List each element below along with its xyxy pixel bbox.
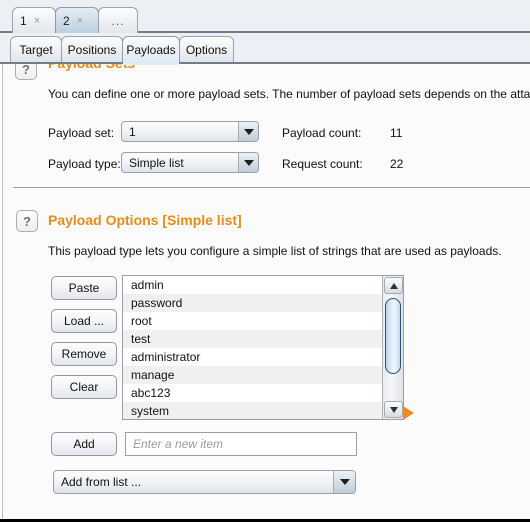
payload-options-description: This payload type lets you configure a s… (48, 244, 502, 258)
list-item[interactable]: manage (123, 366, 382, 384)
payload-count-label: Payload count: (282, 126, 362, 140)
add-from-list-value: Add from list ... (61, 475, 142, 489)
scrollbar-thumb[interactable] (385, 298, 401, 374)
close-icon[interactable]: × (77, 15, 83, 27)
list-item[interactable]: test (123, 330, 382, 348)
scroll-down-icon[interactable] (384, 401, 403, 418)
intruder-sub-tab-bar: Target Positions Payloads Options (0, 33, 530, 65)
payload-sets-title: Payload Sets (48, 64, 135, 71)
tab-target[interactable]: Target (10, 36, 62, 63)
add-button[interactable]: Add (51, 432, 117, 456)
payload-list-scrollbar[interactable] (382, 276, 403, 419)
chevron-down-icon[interactable] (238, 122, 258, 141)
payload-set-dropdown[interactable]: 1 (121, 121, 259, 142)
close-icon[interactable]: × (34, 15, 40, 27)
new-item-placeholder: Enter a new item (133, 437, 224, 451)
payload-list[interactable]: admin password root test administrator m… (122, 275, 404, 420)
add-from-list-dropdown[interactable]: Add from list ... (53, 470, 356, 494)
paste-button[interactable]: Paste (51, 276, 117, 300)
payload-type-dropdown[interactable]: Simple list (121, 152, 259, 173)
attack-tab-1-label: 1 (20, 13, 27, 28)
list-item[interactable]: password (123, 294, 382, 312)
new-item-input[interactable]: Enter a new item (125, 432, 357, 456)
payload-count-value: 11 (390, 126, 403, 140)
attack-tab-2-label: 2 (63, 13, 70, 28)
list-item[interactable]: admin (123, 276, 382, 294)
attack-tab-more[interactable]: ... (98, 7, 138, 33)
payload-list-rows: admin password root test administrator m… (123, 276, 382, 419)
payload-options-title: Payload Options [Simple list] (48, 212, 242, 228)
list-item[interactable]: root (123, 312, 382, 330)
payload-set-value: 1 (129, 124, 136, 139)
chevron-down-icon[interactable] (333, 471, 355, 493)
list-item[interactable]: administrator (123, 348, 382, 366)
help-icon[interactable]: ? (16, 210, 38, 232)
tab-payloads-label: Payloads (126, 43, 176, 57)
tab-target-label: Target (19, 43, 53, 57)
request-count-label: Request count: (282, 157, 363, 171)
orange-play-marker-icon (403, 406, 414, 420)
payload-type-label: Payload type: (48, 157, 121, 171)
help-icon[interactable]: ? (15, 64, 37, 80)
tab-payloads[interactable]: Payloads (122, 36, 180, 65)
tab-positions-label: Positions (67, 43, 117, 57)
chevron-down-icon[interactable] (238, 153, 258, 172)
payload-type-value: Simple list (129, 155, 184, 170)
request-count-value: 22 (390, 157, 404, 171)
attack-tab-bar: 1 × 2 × ... (0, 0, 530, 33)
tab-options[interactable]: Options (179, 36, 234, 63)
clear-button[interactable]: Clear (51, 375, 117, 399)
list-item[interactable]: abc123 (123, 384, 382, 402)
scroll-up-icon[interactable] (384, 277, 403, 294)
list-item[interactable]: system (123, 402, 382, 419)
attack-tab-1[interactable]: 1 × (12, 7, 56, 33)
remove-button[interactable]: Remove (51, 342, 117, 366)
section-divider (13, 187, 530, 188)
tab-options-label: Options (185, 43, 228, 57)
payloads-panel: ? Payload Sets You can define one or mor… (2, 64, 530, 519)
payload-sets-description: You can define one or more payload sets.… (48, 87, 530, 101)
attack-tab-more-label: ... (111, 13, 125, 28)
tab-positions[interactable]: Positions (61, 36, 123, 63)
load-button[interactable]: Load ... (51, 309, 117, 333)
payload-set-label: Payload set: (48, 126, 115, 140)
attack-tab-2[interactable]: 2 × (55, 7, 99, 33)
burp-intruder-window: 1 × 2 × ... Target Positions Payloads Op… (0, 0, 530, 522)
